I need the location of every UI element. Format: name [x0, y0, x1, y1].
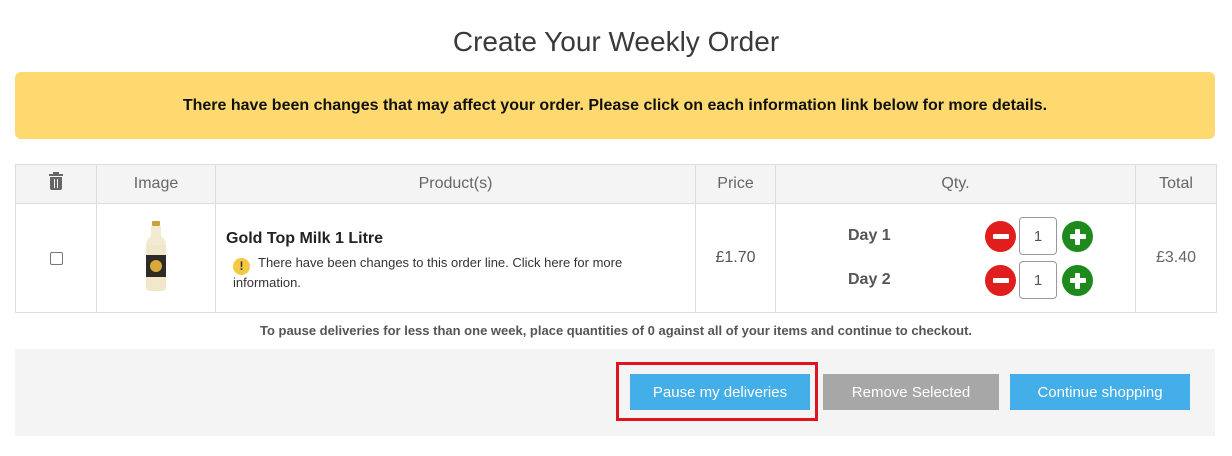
day-1-quantity-input[interactable] [1019, 217, 1057, 255]
day-2-decrease-button[interactable] [985, 265, 1016, 296]
row-select-checkbox[interactable] [49, 252, 63, 266]
day-1-label: Day 1 [848, 227, 891, 244]
minus-icon [992, 234, 1009, 239]
milk-bottle-image[interactable] [143, 221, 169, 293]
image-column-header: Image [96, 164, 216, 204]
products-column-header: Product(s) [215, 164, 696, 204]
table-header-row: Image Product(s) Price Qty. Total [15, 164, 1217, 204]
product-name[interactable]: Gold Top Milk 1 Litre [226, 230, 383, 248]
order-line-change-link[interactable]: ! There have been changes to this order l… [233, 255, 673, 290]
remove-selected-button[interactable]: Remove Selected [823, 374, 999, 410]
qty-cell [775, 203, 1136, 313]
highlight-box [616, 362, 818, 421]
product-image-cell [96, 203, 216, 313]
day-2-quantity-input[interactable] [1019, 261, 1057, 299]
day-2-label: Day 2 [848, 271, 891, 288]
delete-column-header [15, 164, 97, 204]
day-1-increase-button[interactable] [1062, 221, 1093, 252]
changes-notice-banner: There have been changes that may affect … [15, 72, 1215, 139]
pause-instructions: To pause deliveries for less than one we… [259, 323, 973, 338]
select-cell [15, 203, 97, 313]
price-column-header: Price [695, 164, 776, 204]
order-line-change-text[interactable]: There have been changes to this order li… [233, 255, 622, 290]
warning-icon: ! [233, 258, 250, 275]
price-cell: £1.70 [695, 203, 776, 313]
total-cell: £3.40 [1135, 203, 1217, 313]
day-2-increase-button[interactable] [1062, 265, 1093, 296]
page-title: Create Your Weekly Order [452, 26, 780, 57]
qty-column-header: Qty. [775, 164, 1136, 204]
changes-notice-text: There have been changes that may affect … [182, 96, 1048, 114]
continue-shopping-button[interactable]: Continue shopping [1010, 374, 1190, 410]
minus-icon [992, 278, 1009, 283]
day-1-decrease-button[interactable] [985, 221, 1016, 252]
trash-icon [49, 172, 63, 190]
total-column-header: Total [1135, 164, 1217, 204]
